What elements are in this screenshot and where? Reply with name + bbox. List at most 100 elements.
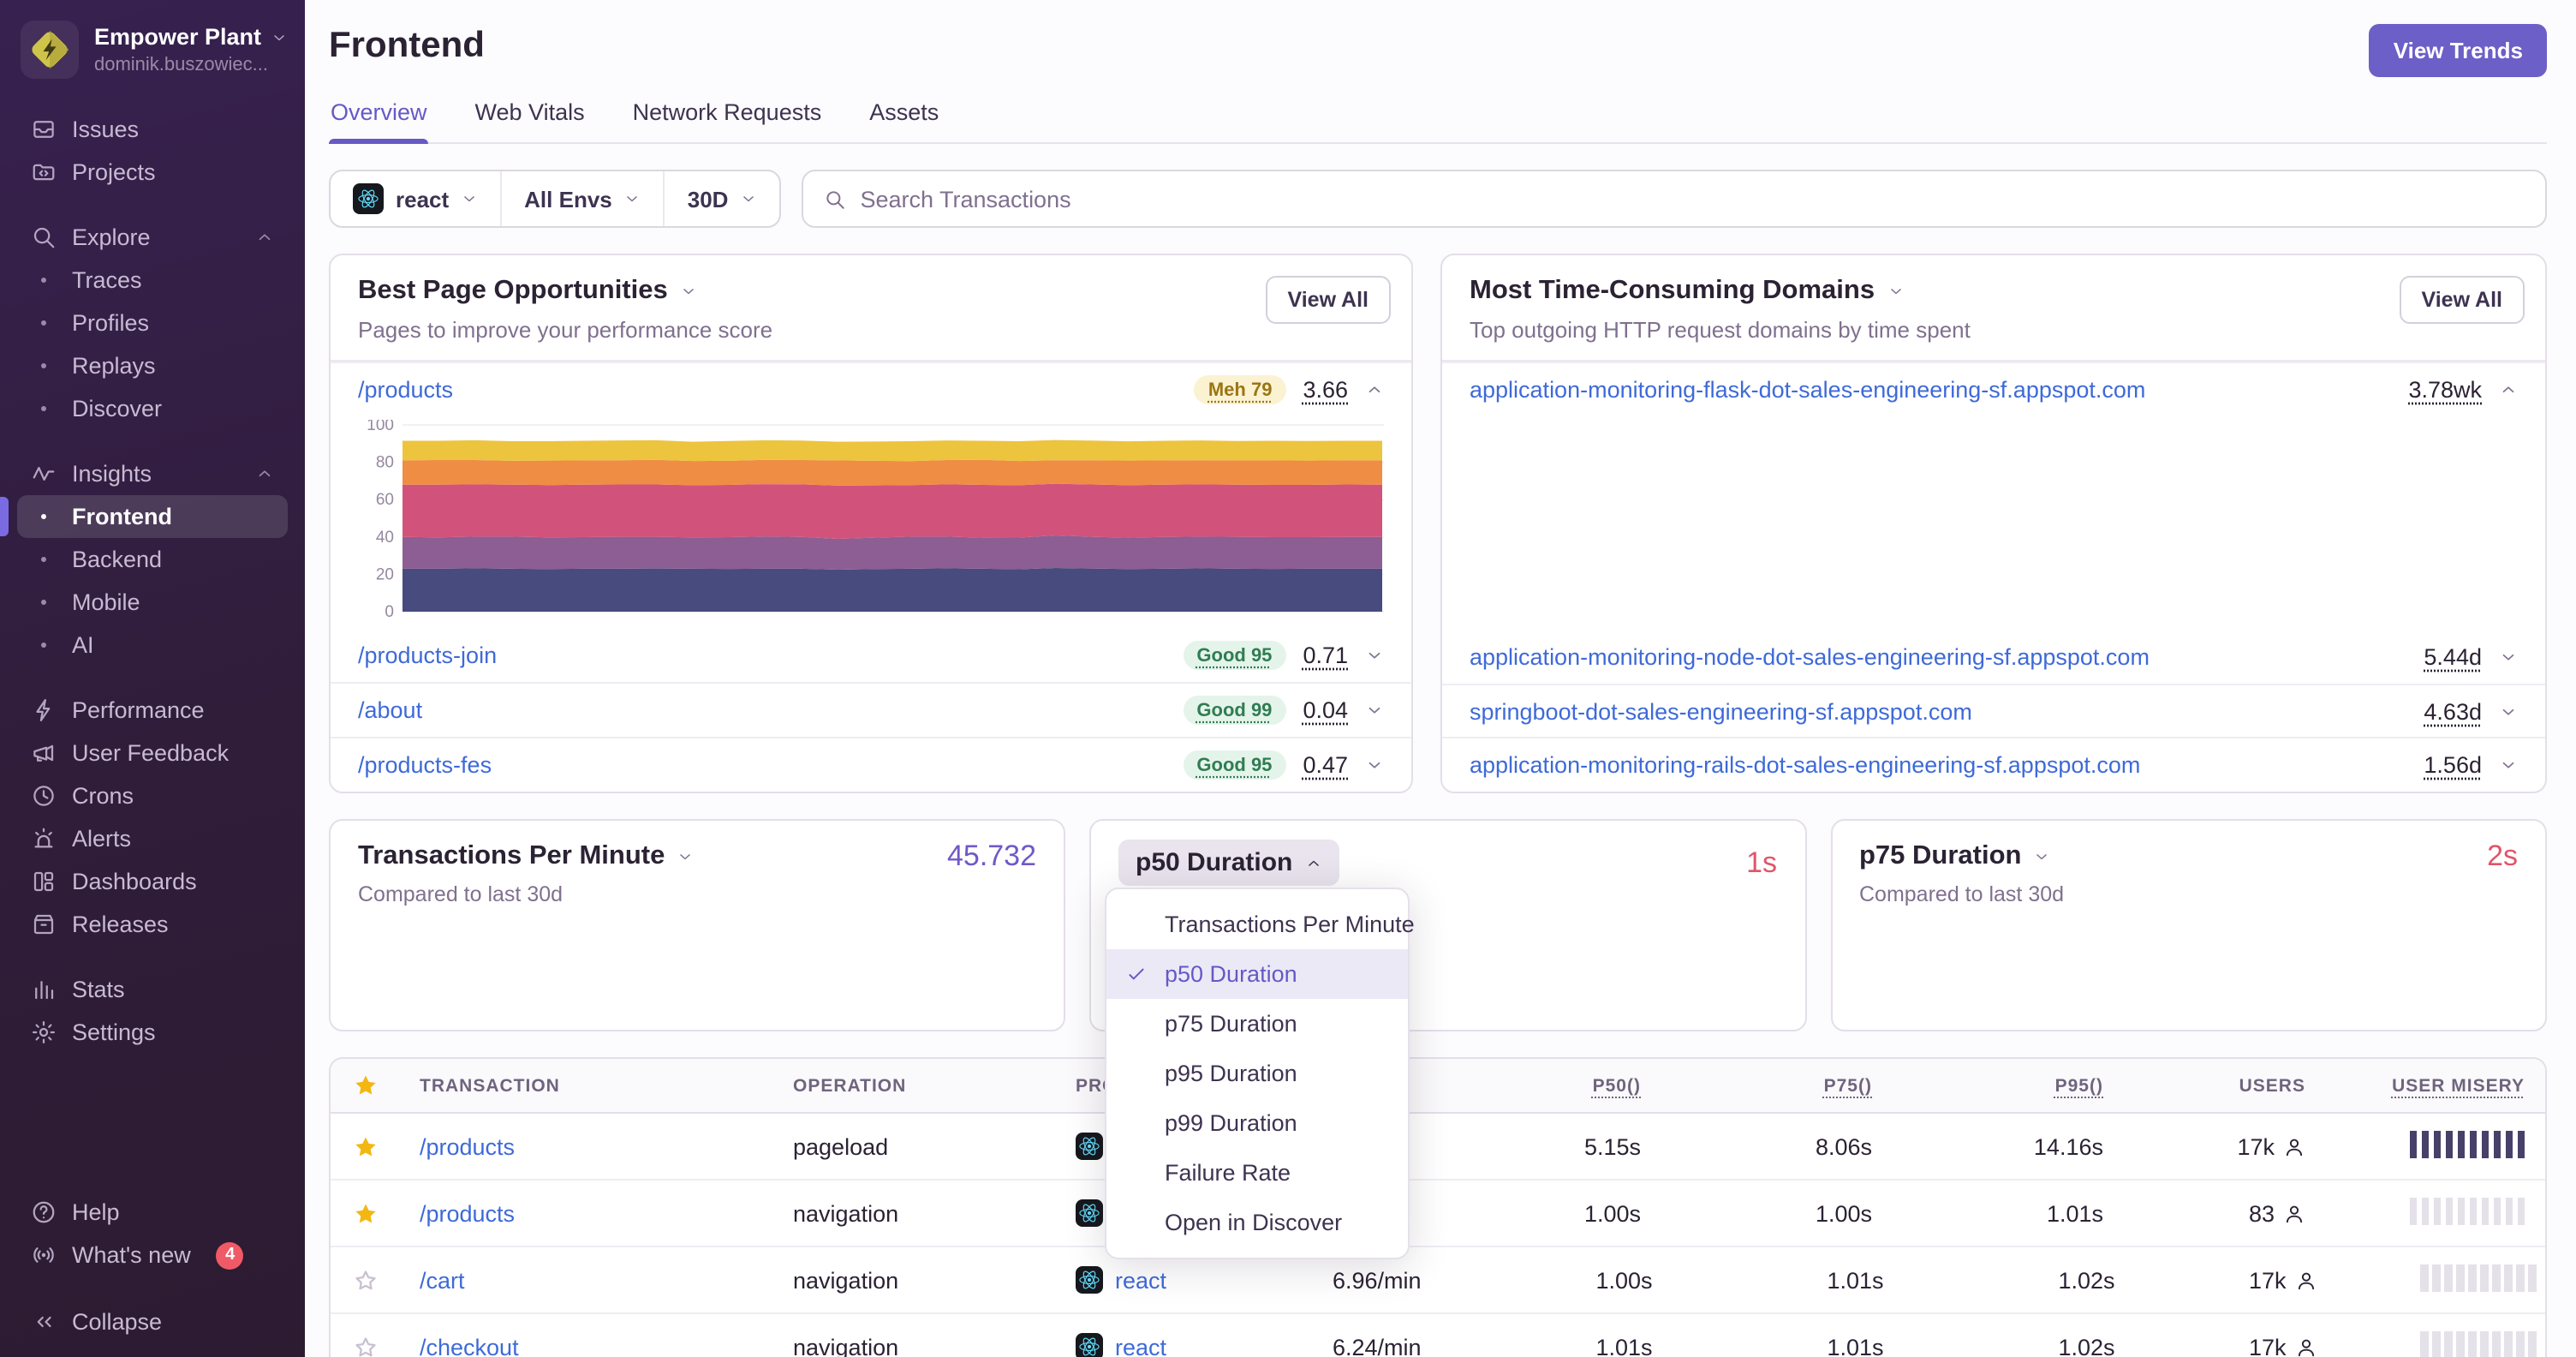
view-trends-button[interactable]: View Trends	[2369, 24, 2547, 77]
transaction-link[interactable]: /checkout	[420, 1334, 519, 1357]
react-logo-icon	[1076, 1133, 1103, 1160]
tab-overview[interactable]: Overview	[329, 99, 430, 144]
project-link[interactable]: react	[1115, 1334, 1166, 1357]
page-row: /products-fes Good 95 0.47	[331, 737, 1411, 792]
domain-link[interactable]: application-monitoring-rails-dot-sales-e…	[1470, 751, 2140, 777]
sidebar-item-crons[interactable]: Crons	[17, 774, 288, 817]
sidebar-item-label: Replays	[72, 353, 156, 379]
star-icon	[352, 1200, 378, 1226]
menu-item-failure-rate[interactable]: Failure Rate	[1106, 1148, 1408, 1198]
sidebar-item-dashboards[interactable]: Dashboards	[17, 860, 288, 903]
user-misery-bars	[2420, 1264, 2537, 1291]
domain-link[interactable]: application-monitoring-flask-dot-sales-e…	[1470, 376, 2145, 402]
transaction-link[interactable]: /cart	[420, 1267, 465, 1293]
chevron-down-icon	[624, 190, 641, 207]
chevron-down-icon[interactable]	[1887, 283, 1904, 300]
sidebar-item-releases[interactable]: Releases	[17, 903, 288, 946]
sidebar-item-settings[interactable]: Settings	[17, 1011, 288, 1054]
sidebar-item-issues[interactable]: Issues	[17, 108, 288, 151]
sidebar-item-label: Explore	[72, 224, 151, 250]
column-header-p50[interactable]: P50()	[1430, 1061, 1661, 1109]
sidebar-item-help[interactable]: Help	[17, 1191, 288, 1234]
tab-web-vitals[interactable]: Web Vitals	[474, 99, 587, 142]
sidebar-item-insights[interactable]: Insights	[17, 452, 288, 495]
page-link[interactable]: /products-join	[358, 643, 497, 668]
menu-item-open-in-discover[interactable]: Open in Discover	[1106, 1198, 1408, 1247]
collapse-row-icon[interactable]	[2499, 380, 2518, 398]
menu-item-p95-duration[interactable]: p95 Duration	[1106, 1049, 1408, 1098]
sidebar-item-replays[interactable]: Replays	[17, 344, 288, 387]
environment-filter[interactable]: All Envs	[500, 171, 664, 226]
transaction-link[interactable]: /products	[420, 1133, 515, 1159]
table-header: TRANSACTIONOPERATIONPROJECTP50()P75()P95…	[331, 1059, 2545, 1114]
view-all-button[interactable]: View All	[1265, 276, 1391, 324]
react-logo-icon	[1076, 1333, 1103, 1357]
collapse-row-icon[interactable]	[1365, 380, 1384, 399]
filter-bar: react All Envs 30D Search Transactions	[329, 170, 2547, 228]
menu-item-p50-duration[interactable]: p50 Duration	[1106, 949, 1408, 999]
opportunity-value: 0.47	[1303, 752, 1348, 778]
date-range-filter[interactable]: 30D	[663, 171, 780, 226]
search-transactions-input[interactable]: Search Transactions	[802, 170, 2547, 228]
sidebar-item-traces[interactable]: Traces	[17, 259, 288, 302]
sidebar-item-user-feedback[interactable]: User Feedback	[17, 732, 288, 774]
page-link[interactable]: /products-fes	[358, 752, 492, 778]
metric-dropdown-trigger[interactable]: p50 Duration	[1118, 840, 1339, 886]
chevron-up-icon	[255, 228, 274, 247]
chevron-down-icon[interactable]	[680, 283, 697, 300]
menu-item-transactions-per-minute[interactable]: Transactions Per Minute	[1106, 900, 1415, 949]
sidebar-item-frontend[interactable]: Frontend	[0, 495, 288, 538]
column-header-p75[interactable]: P75()	[1661, 1061, 1893, 1109]
search-icon	[31, 224, 57, 250]
p75-cell: 1.00s	[1815, 1200, 1872, 1226]
page-link[interactable]: /products	[358, 377, 453, 403]
sidebar-item-explore[interactable]: Explore	[17, 216, 288, 259]
panel-subtitle: Pages to improve your performance score	[358, 317, 773, 343]
users-cell: 17k	[2124, 1117, 2326, 1175]
time-spent-value: 5.44d	[2424, 644, 2482, 670]
sidebar-item-label: Alerts	[72, 826, 132, 852]
sidebar-item-collapse[interactable]: Collapse	[17, 1300, 288, 1343]
sidebar: Empower Plant dominik.buszowiec... Issue…	[0, 0, 305, 1357]
column-header-usermisery[interactable]: USER MISERY	[2326, 1061, 2545, 1109]
sidebar-item-mobile[interactable]: Mobile	[17, 581, 288, 624]
domain-link[interactable]: springboot-dot-sales-engineering-sf.apps…	[1470, 698, 1972, 724]
sidebar-item-discover[interactable]: Discover	[17, 387, 288, 430]
sidebar-item-performance[interactable]: Performance	[17, 689, 288, 732]
tab-assets[interactable]: Assets	[868, 99, 940, 142]
sidebar-item-ai[interactable]: AI	[17, 624, 288, 667]
chevron-down-icon[interactable]	[677, 848, 694, 865]
org-switcher[interactable]: Empower Plant dominik.buszowiec...	[0, 0, 305, 79]
insights-icon	[31, 461, 57, 487]
transactions-table: TRANSACTIONOPERATIONPROJECTP50()P75()P95…	[329, 1057, 2547, 1357]
tab-network-requests[interactable]: Network Requests	[631, 99, 824, 142]
sidebar-item-label: What's new	[72, 1242, 191, 1268]
page-link[interactable]: /about	[358, 697, 422, 723]
sidebar-item-stats[interactable]: Stats	[17, 968, 288, 1011]
sidebar-footer: Help What's new 4 Collapse	[17, 1191, 288, 1343]
column-header-operation: OPERATION	[793, 1075, 907, 1096]
panel-title: Best Page Opportunities	[358, 276, 1384, 307]
column-header-p95[interactable]: P95()	[1893, 1061, 2124, 1109]
panel-subtitle: Top outgoing HTTP request domains by tim…	[1470, 317, 1971, 343]
page-title: Frontend	[329, 26, 485, 65]
opportunity-value: 3.66	[1303, 377, 1348, 403]
menu-item-p75-duration[interactable]: p75 Duration	[1106, 999, 1408, 1049]
sidebar-item-alerts[interactable]: Alerts	[17, 817, 288, 860]
p50-duration-panel: p50 Duration 1s Transactions Per Minute p…	[1089, 819, 1806, 1259]
domain-link[interactable]: application-monitoring-node-dot-sales-en…	[1470, 644, 2150, 670]
sidebar-item-profiles[interactable]: Profiles	[17, 302, 288, 344]
chevron-down-icon[interactable]	[2033, 848, 2050, 865]
metric-title: Transactions Per Minute	[358, 841, 694, 872]
sidebar-item-what-s-new[interactable]: What's new 4	[17, 1234, 288, 1276]
org-name: Empower Plant	[94, 24, 262, 50]
project-link[interactable]: react	[1115, 1267, 1166, 1293]
project-filter[interactable]: react	[331, 171, 500, 226]
view-all-button[interactable]: View All	[2399, 276, 2525, 324]
menu-item-p99-duration[interactable]: p99 Duration	[1106, 1098, 1408, 1148]
transaction-link[interactable]: /products	[420, 1200, 515, 1226]
sidebar-item-backend[interactable]: Backend	[17, 538, 288, 581]
most-time-consuming-domains-panel: Most Time-Consuming Domains Top outgoing…	[1440, 254, 2547, 793]
bullet-icon	[31, 556, 57, 563]
sidebar-item-projects[interactable]: Projects	[17, 151, 288, 194]
